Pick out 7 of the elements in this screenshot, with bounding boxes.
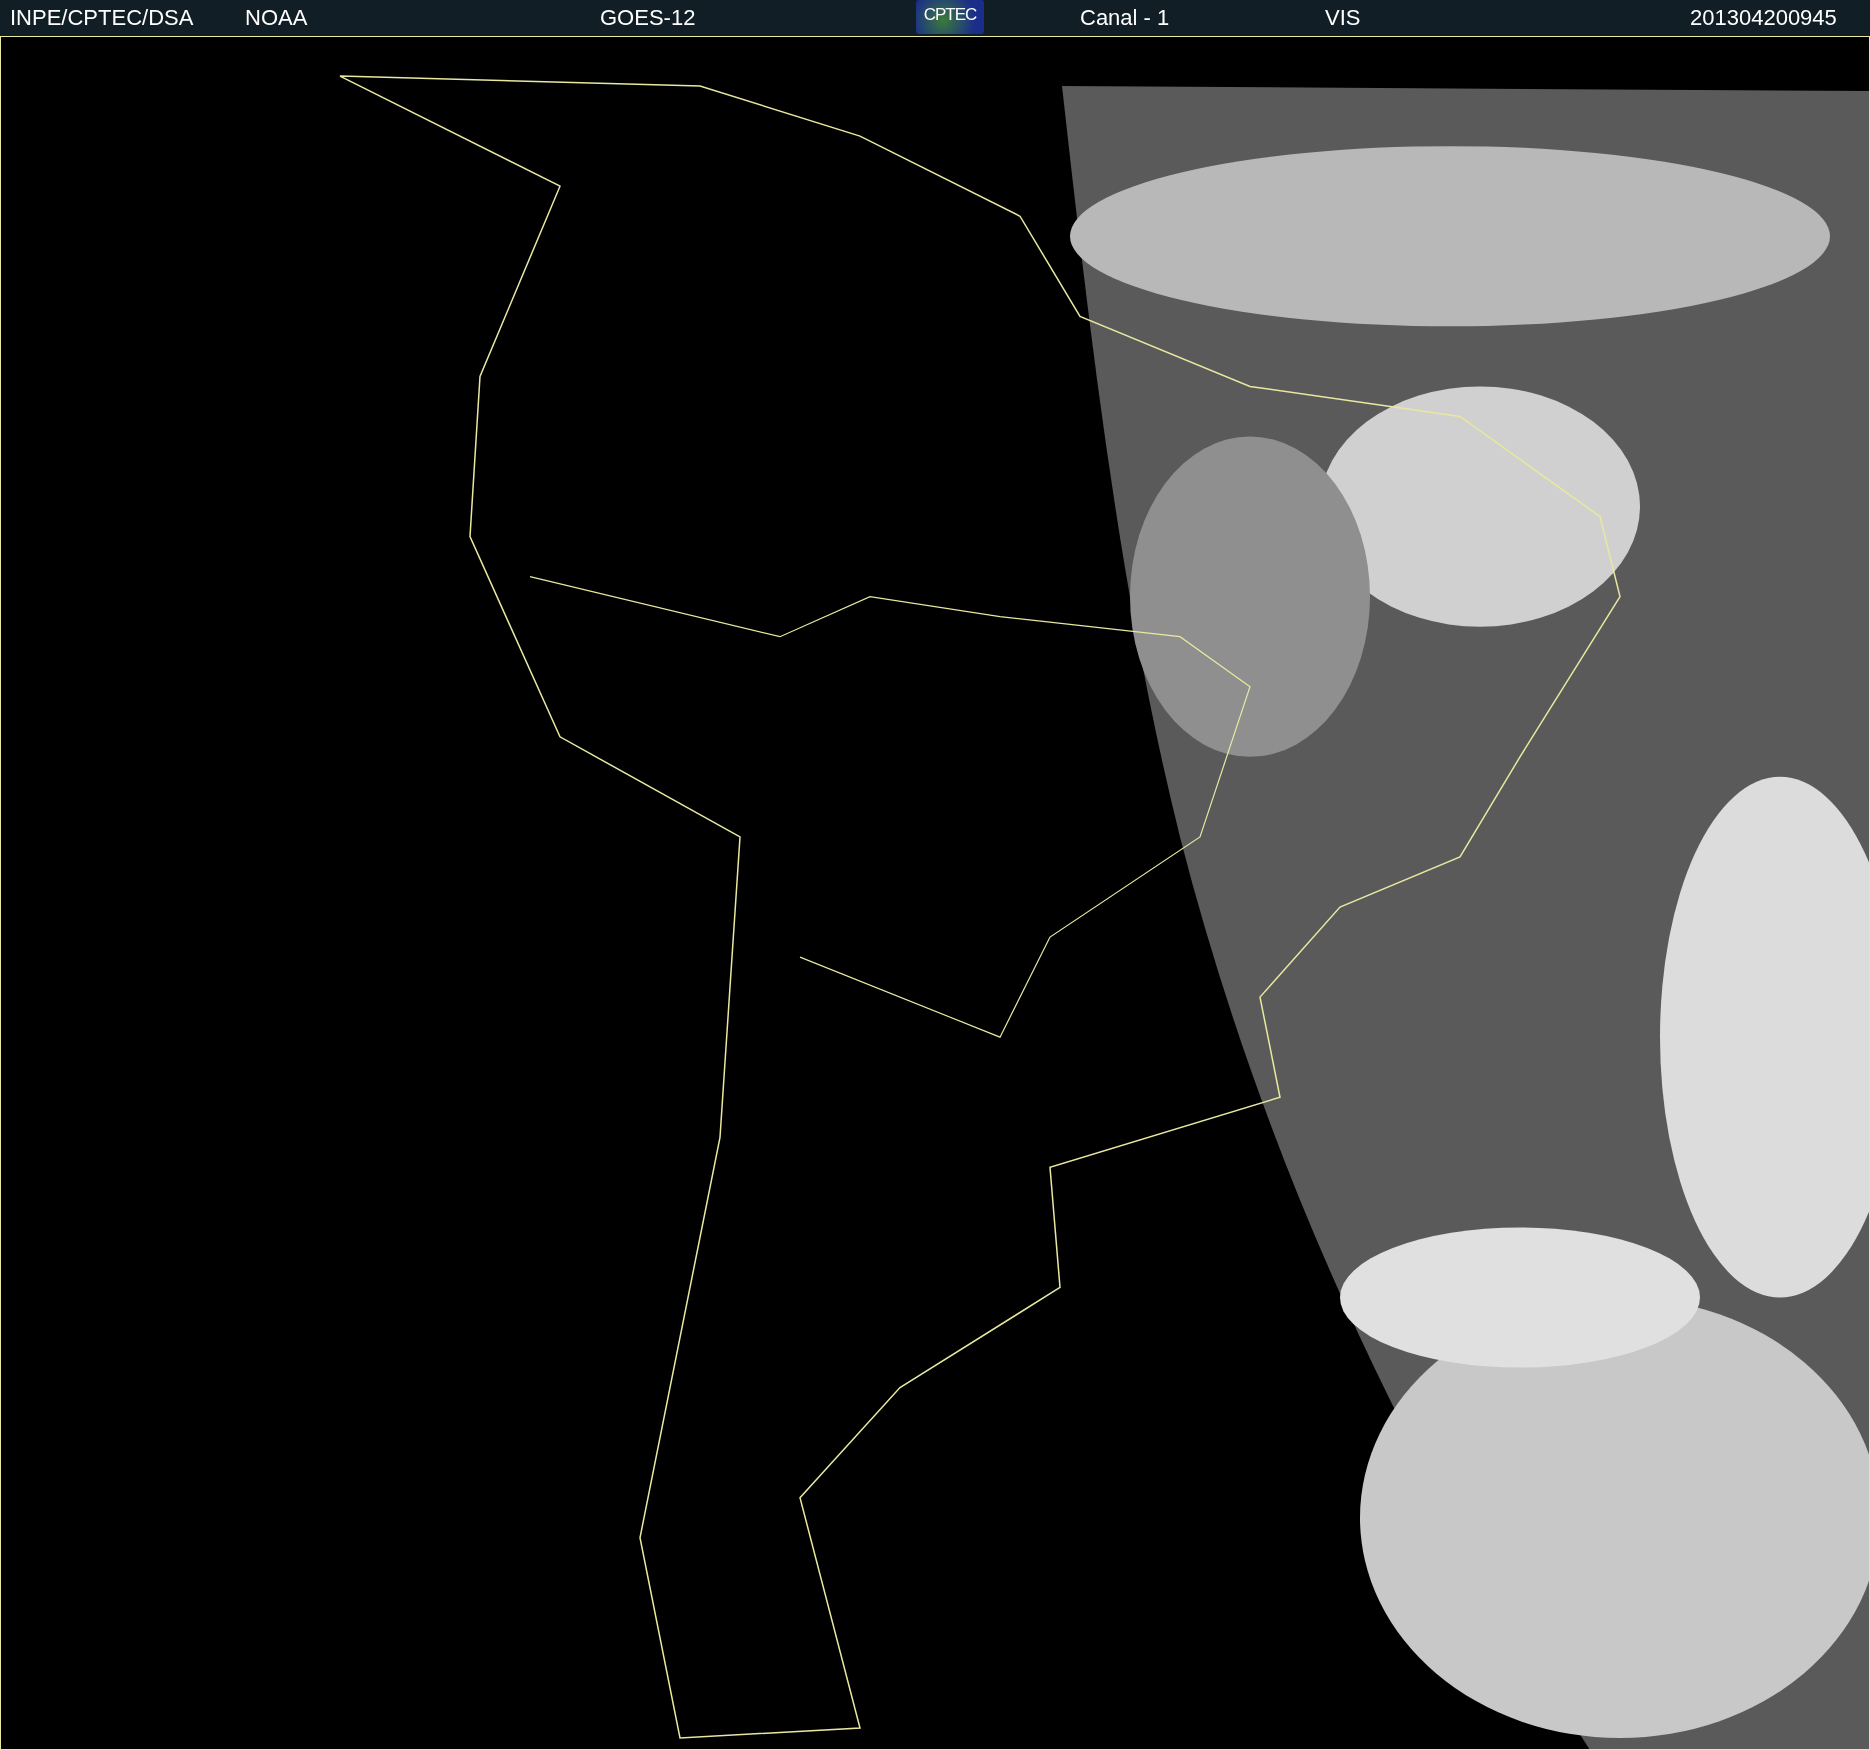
header-label: INPE/CPTEC/DSA [10, 6, 194, 30]
logo-badge: CPTEC [916, 0, 984, 34]
header-label: Canal - 1 [1080, 6, 1170, 30]
header-label: NOAA [245, 6, 308, 30]
header-label: 201304200945 [1690, 6, 1837, 30]
header-label: GOES-12 [600, 6, 696, 30]
header-label: VIS [1325, 6, 1361, 30]
